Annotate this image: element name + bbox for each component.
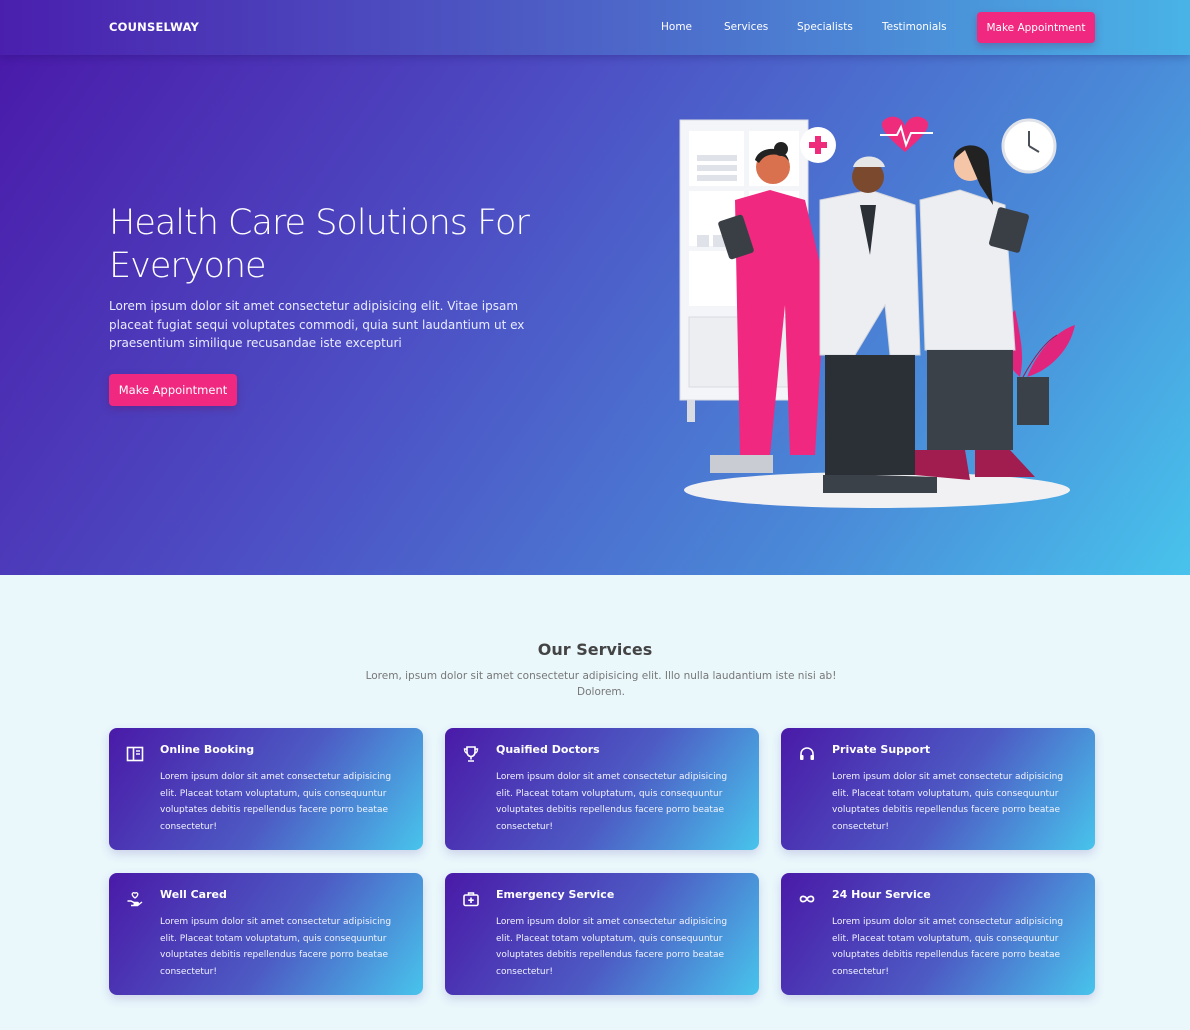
doctor-female-figure [915,145,1035,480]
service-card-text: Lorem ipsum dolor sit amet consectetur a… [832,917,1064,977]
service-card-qualified-doctors[interactable]: Quaified Doctors Lorem ipsum dolor sit a… [445,728,759,850]
hero-title: Health Care Solutions For Everyone [109,203,530,286]
nav-link-testimonials[interactable]: Testimonials [882,21,947,33]
service-card-text: Lorem ipsum dolor sit amet consectetur a… [160,772,392,832]
hero-section: COUNSELWAY Home Services Specialists Tes… [0,0,1190,575]
services-title: Our Services [537,640,653,659]
service-card-text: Lorem ipsum dolor sit amet consectetur a… [832,772,1064,832]
trophy-icon [463,746,479,762]
brand-logo[interactable]: COUNSELWAY [109,20,199,34]
top-navbar: COUNSELWAY Home Services Specialists Tes… [0,0,1190,55]
service-card-title: Quaified Doctors [496,743,600,756]
doctor-male-figure [819,156,937,493]
service-card-text: Lorem ipsum dolor sit amet consectetur a… [160,917,392,977]
nav-link-specialists[interactable]: Specialists [797,21,853,33]
headset-icon [800,747,814,760]
service-card-title: 24 Hour Service [832,888,931,901]
infinity-icon [799,895,815,903]
nav-link-home[interactable]: Home [661,21,692,33]
hand-heart-icon [127,892,143,907]
service-card-emergency-service[interactable]: Emergency Service Lorem ipsum dolor sit … [445,873,759,995]
service-card-online-booking[interactable]: Online Booking Lorem ipsum dolor sit ame… [109,728,423,850]
doctors-illustration [679,116,1075,508]
nav-link-services[interactable]: Services [724,21,768,33]
service-card-title: Emergency Service [496,888,615,901]
wall-clock-icon [1001,118,1057,174]
services-subtitle: Lorem, ipsum dolor sit amet consectetur … [365,670,837,698]
book-icon [126,746,144,762]
service-card-24-hour-service[interactable]: 24 Hour Service Lorem ipsum dolor sit am… [781,873,1095,995]
service-card-well-cared[interactable]: Well Cared Lorem ipsum dolor sit amet co… [109,873,423,995]
hero-make-appointment-button[interactable]: Make Appointment [109,374,237,406]
service-card-title: Private Support [832,743,931,756]
service-card-text: Lorem ipsum dolor sit amet consectetur a… [496,917,728,977]
service-card-title: Online Booking [160,743,255,756]
service-card-text: Lorem ipsum dolor sit amet consectetur a… [496,772,728,832]
nav-make-appointment-button[interactable]: Make Appointment [977,12,1095,43]
hero-description: Lorem ipsum dolor sit amet consectetur a… [109,299,525,350]
heart-monitor-icon [880,116,933,152]
service-card-title: Well Cared [160,888,227,901]
plus-bubble-icon [800,127,836,163]
first-aid-kit-icon [463,892,479,907]
service-card-private-support[interactable]: Private Support Lorem ipsum dolor sit am… [781,728,1095,850]
